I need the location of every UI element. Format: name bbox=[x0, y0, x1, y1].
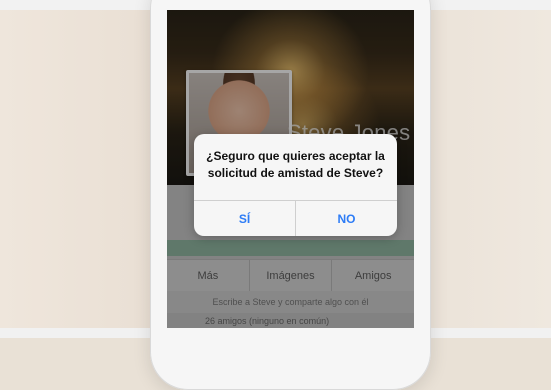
yes-button[interactable]: SÍ bbox=[194, 201, 295, 236]
dialog-message: ¿Seguro que quieres aceptar la solicitud… bbox=[206, 149, 385, 180]
confirmation-dialog: ¿Seguro que quieres aceptar la solicitud… bbox=[194, 134, 397, 236]
no-button[interactable]: NO bbox=[296, 201, 397, 236]
